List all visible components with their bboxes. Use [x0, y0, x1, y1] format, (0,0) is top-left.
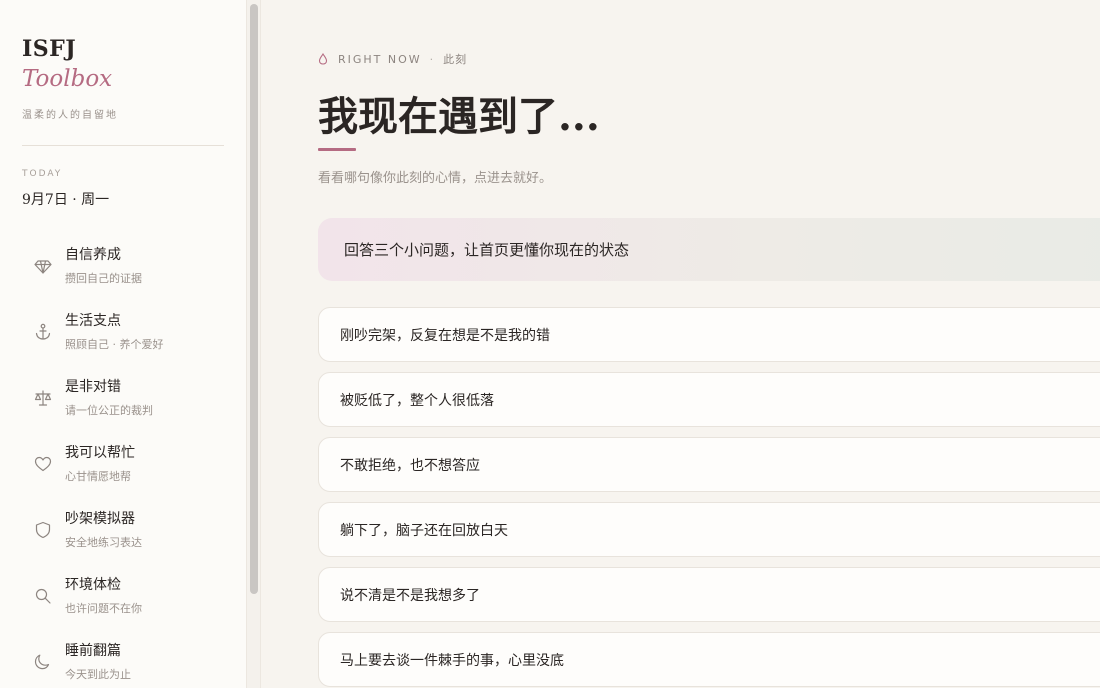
situation-card[interactable]: 马上要去谈一件棘手的事，心里没底 [318, 632, 1100, 687]
shield-icon [34, 521, 52, 539]
sidebar-item-label: 吵架模拟器 [65, 511, 135, 527]
sidebar-item-label: 自信养成 [65, 247, 121, 263]
sidebar-item-label: 生活支点 [65, 313, 121, 329]
sidebar-item-help[interactable]: 我可以帮忙 心甘情愿地帮 [0, 428, 246, 494]
situation-list: 刚吵完架，反复在想是不是我的错 被贬低了，整个人很低落 不敢拒绝，也不想答应 躺… [318, 307, 1100, 688]
eyebrow: RIGHT NOW · 此刻 [318, 51, 467, 67]
diamond-icon [34, 257, 52, 275]
sidebar-item-desc: 请一位公正的裁判 [65, 404, 153, 417]
sidebar-scrollbar[interactable] [250, 4, 258, 594]
brand-tagline: 温柔的人的自留地 [22, 110, 118, 121]
situation-card[interactable]: 说不清是不是我想多了 [318, 567, 1100, 622]
main-content: RIGHT NOW · 此刻 我现在遇到了... 看看哪句像你此刻的心情，点进去… [262, 0, 1100, 688]
today-label: TODAY [22, 169, 63, 179]
sidebar-item-right-wrong[interactable]: 是非对错 请一位公正的裁判 [0, 362, 246, 428]
situation-card-label: 躺下了，脑子还在回放白天 [340, 522, 508, 539]
situation-card-label: 说不清是不是我想多了 [340, 587, 480, 604]
sidebar: ISFJ Toolbox 温柔的人的自留地 TODAY 9月7日 · 周一 自信… [0, 0, 247, 688]
situation-card-label: 刚吵完架，反复在想是不是我的错 [340, 327, 550, 344]
sidebar-item-desc: 也许问题不在你 [65, 602, 142, 615]
sidebar-item-label: 环境体检 [65, 577, 121, 593]
brand-title: ISFJ [22, 36, 77, 62]
heart-icon [34, 455, 52, 473]
sidebar-item-confidence[interactable]: 自信养成 攒回自己的证据 [0, 230, 246, 296]
page-title: 我现在遇到了... [318, 93, 600, 140]
sidebar-item-label: 我可以帮忙 [65, 445, 135, 461]
sidebar-item-desc: 今天到此为止 [65, 668, 131, 681]
page-subtitle: 看看哪句像你此刻的心情，点进去就好。 [318, 171, 553, 186]
sidebar-item-label: 是非对错 [65, 379, 121, 395]
brand-subtitle: Toolbox [22, 66, 113, 92]
sidebar-item-environment-check[interactable]: 环境体检 也许问题不在你 [0, 560, 246, 626]
quiz-banner-button[interactable]: 回答三个小问题，让首页更懂你现在的状态 [318, 218, 1100, 281]
situation-card[interactable]: 刚吵完架，反复在想是不是我的错 [318, 307, 1100, 362]
sidebar-item-label: 睡前翻篇 [65, 643, 121, 659]
search-icon [34, 587, 52, 605]
anchor-icon [34, 323, 52, 341]
sidebar-nav: 自信养成 攒回自己的证据 生活支点 照顾自己 · 养个爱好 是非对错 请一位公正… [0, 230, 246, 688]
moon-icon [34, 653, 52, 671]
quiz-banner-label: 回答三个小问题，让首页更懂你现在的状态 [344, 241, 630, 259]
situation-card[interactable]: 不敢拒绝，也不想答应 [318, 437, 1100, 492]
droplet-icon [318, 53, 328, 65]
sidebar-item-life-anchor[interactable]: 生活支点 照顾自己 · 养个爱好 [0, 296, 246, 362]
sidebar-item-desc: 攒回自己的证据 [65, 272, 142, 285]
situation-card-label: 被贬低了，整个人很低落 [340, 392, 494, 409]
situation-card-label: 不敢拒绝，也不想答应 [340, 457, 480, 474]
scales-icon [34, 389, 52, 407]
sidebar-item-desc: 安全地练习表达 [65, 536, 142, 549]
sidebar-item-desc: 心甘情愿地帮 [65, 470, 131, 483]
situation-card[interactable]: 躺下了，脑子还在回放白天 [318, 502, 1100, 557]
sidebar-item-bedtime[interactable]: 睡前翻篇 今天到此为止 [0, 626, 246, 688]
situation-card-label: 马上要去谈一件棘手的事，心里没底 [340, 652, 564, 669]
sidebar-divider [22, 145, 224, 146]
today-date: 9月7日 · 周一 [22, 192, 110, 208]
eyebrow-en: RIGHT NOW [338, 52, 422, 66]
sidebar-item-desc: 照顾自己 · 养个爱好 [65, 338, 164, 351]
eyebrow-separator: · [429, 52, 436, 66]
title-underline [318, 148, 356, 151]
eyebrow-cn: 此刻 [443, 53, 468, 66]
situation-card[interactable]: 被贬低了，整个人很低落 [318, 372, 1100, 427]
sidebar-item-argument-simulator[interactable]: 吵架模拟器 安全地练习表达 [0, 494, 246, 560]
